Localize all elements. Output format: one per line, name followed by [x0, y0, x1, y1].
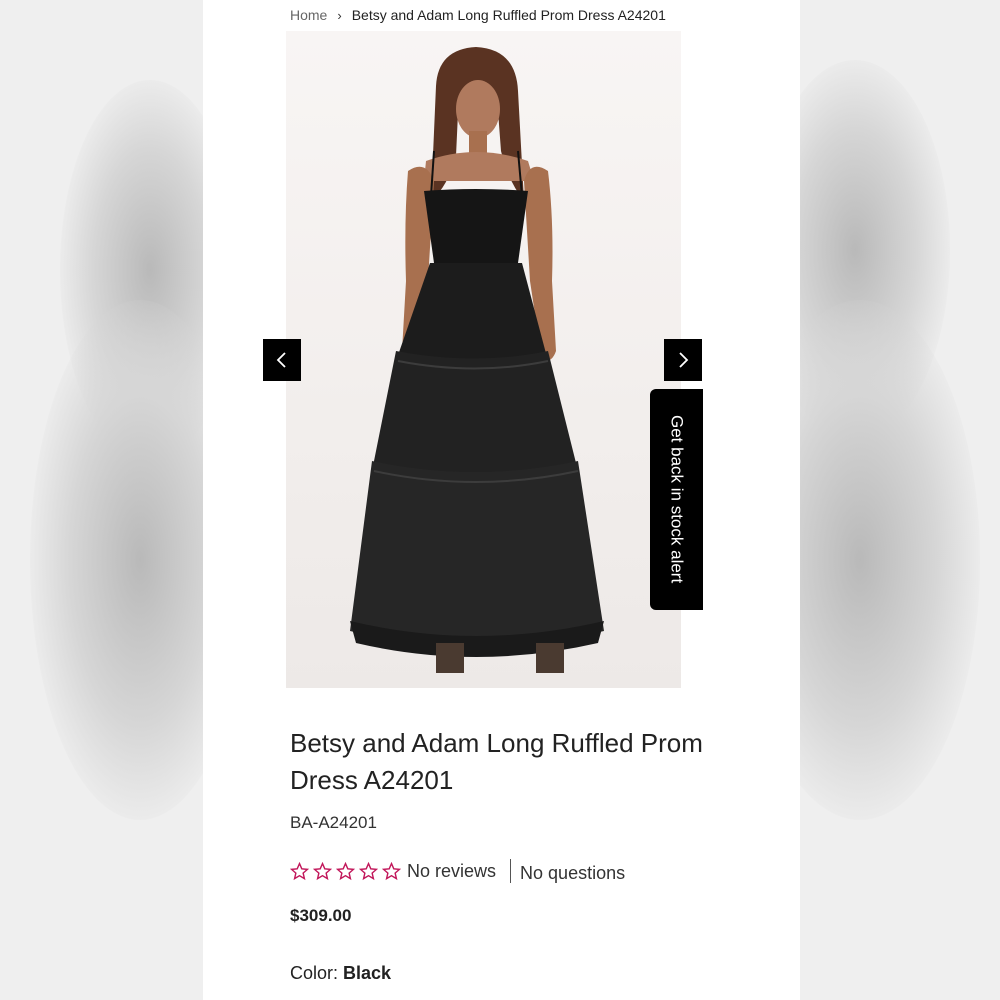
product-sku: BA-A24201	[290, 813, 377, 832]
questions-link[interactable]: No questions	[520, 863, 625, 884]
selected-color: Black	[343, 963, 392, 983]
star-outline-icon	[359, 861, 378, 880]
product-title: Betsy and Adam Long Ruffled Prom Dress A…	[290, 728, 703, 795]
chevron-right-icon	[679, 352, 689, 368]
reviews-divider	[510, 859, 512, 883]
color-label: Color:	[290, 963, 339, 983]
dress-model-illustration	[350, 47, 604, 673]
breadcrumb-current: Betsy and Adam Long Ruffled Prom Dress A…	[351, 7, 666, 23]
back-in-stock-alert-button[interactable]: Get back in stock alert	[650, 389, 703, 610]
star-outline-icon	[290, 861, 309, 880]
product-price: $309.00	[290, 906, 352, 925]
chevron-left-icon	[276, 352, 286, 368]
breadcrumb-separator-icon: ›	[337, 7, 342, 23]
product-page: Home › Betsy and Adam Long Ruffled Prom …	[203, 0, 800, 1000]
star-outline-icon	[336, 861, 355, 880]
reviews-link[interactable]: No reviews	[407, 861, 496, 882]
star-rating[interactable]	[290, 861, 401, 881]
breadcrumb-home-link[interactable]: Home	[290, 7, 327, 23]
rating-summary: No reviews No questions	[290, 856, 625, 886]
back-in-stock-alert-label: Get back in stock alert	[667, 415, 687, 584]
blurred-background-left	[0, 0, 205, 1000]
color-selector-label: Color: Black	[290, 963, 391, 984]
product-image[interactable]	[286, 31, 681, 688]
gallery-prev-button[interactable]	[263, 339, 301, 381]
blurred-background-right	[800, 0, 1000, 1000]
gallery-next-button[interactable]	[664, 339, 702, 381]
star-outline-icon	[313, 861, 332, 880]
breadcrumb: Home › Betsy and Adam Long Ruffled Prom …	[290, 4, 666, 26]
star-outline-icon	[382, 861, 401, 880]
